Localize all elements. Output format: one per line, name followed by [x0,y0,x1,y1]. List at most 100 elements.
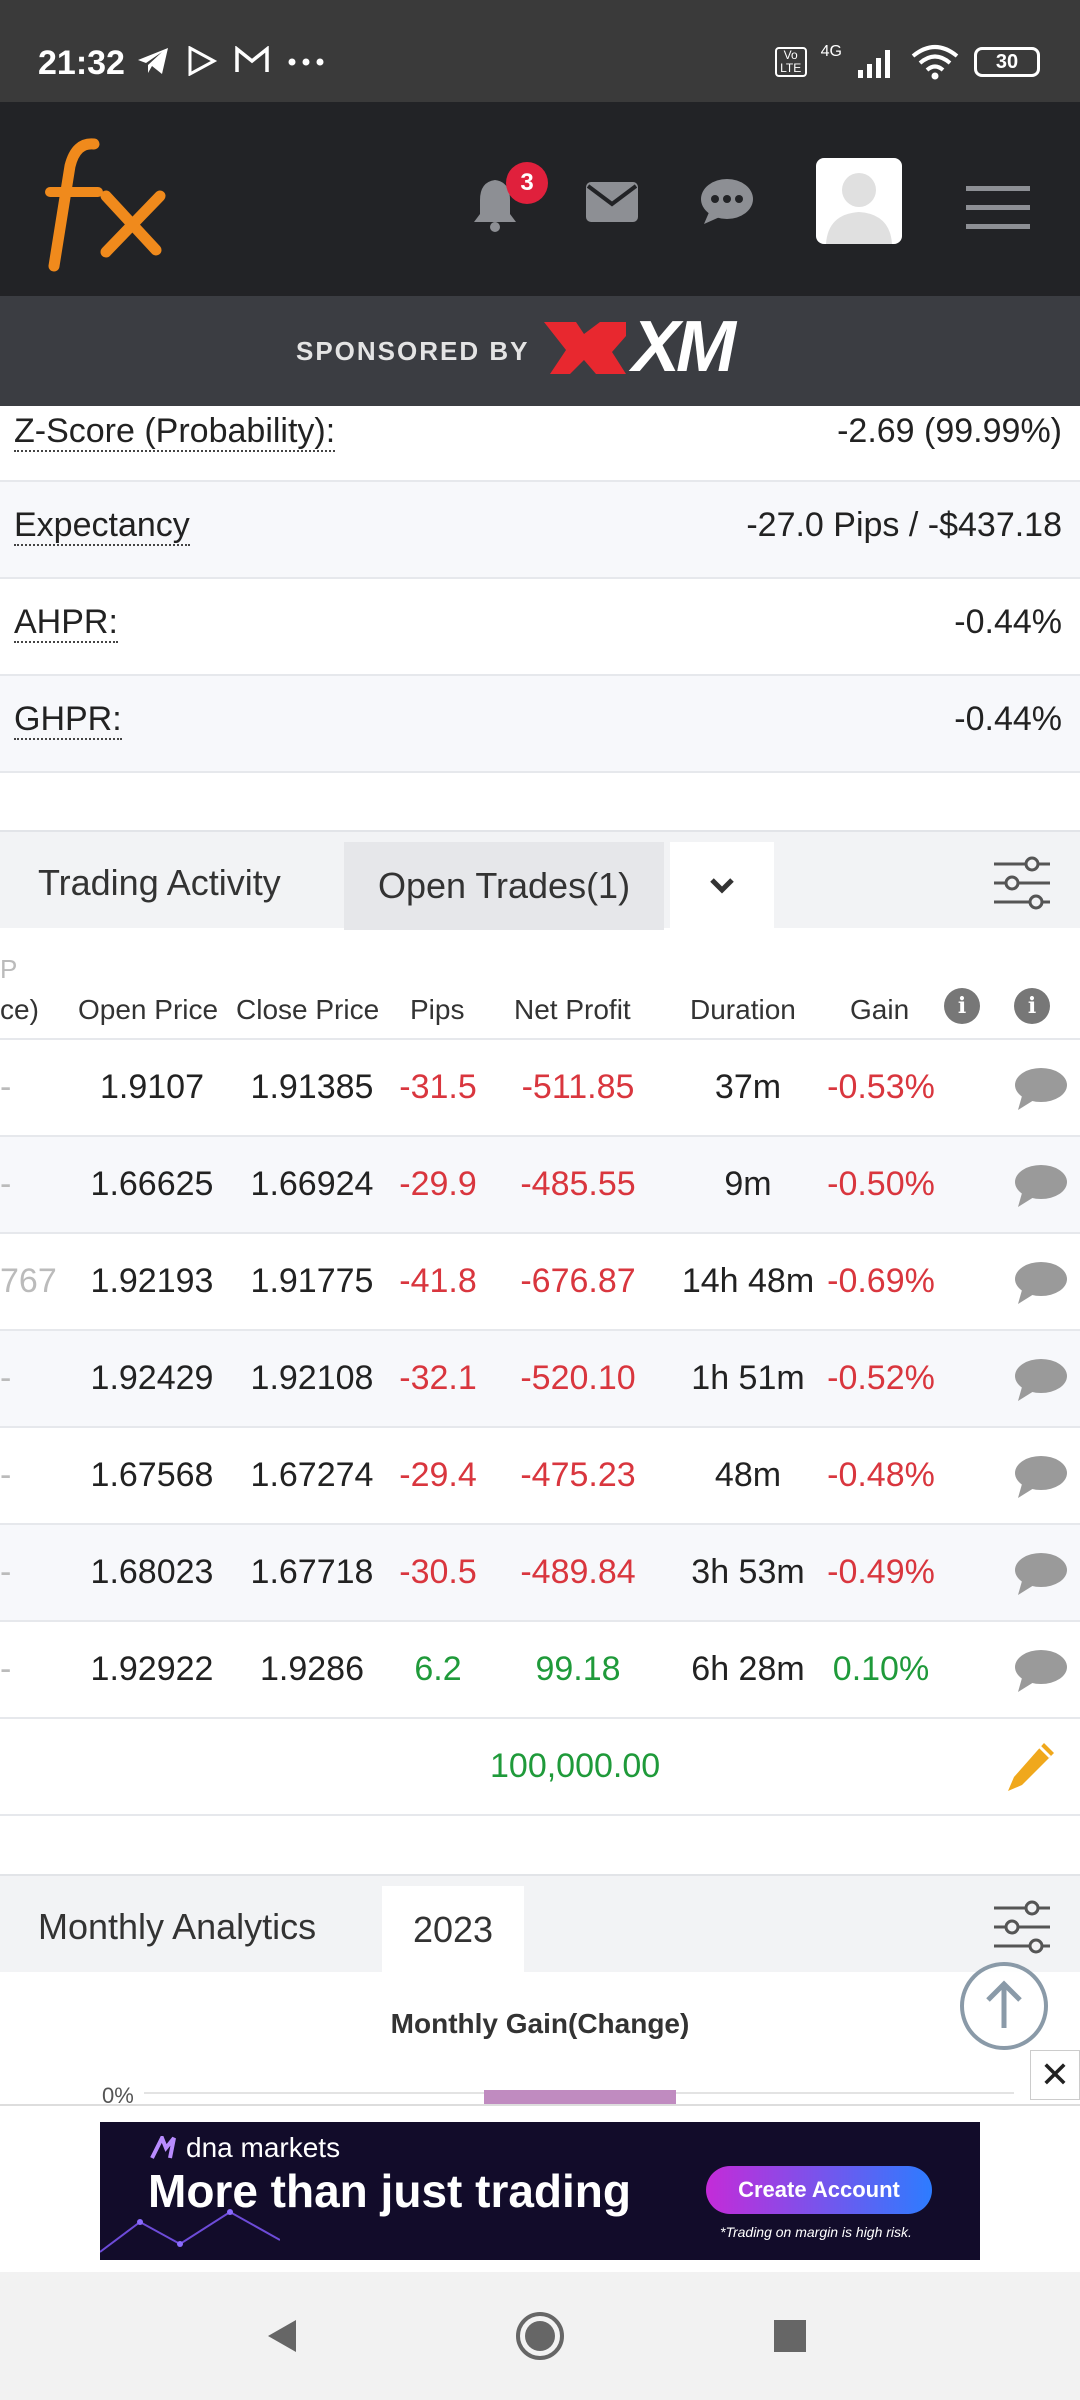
table-row[interactable]: 767 1.92193 1.91775 -41.8 -676.87 14h 48m -0.6… [0,1234,1080,1331]
cell-net-profit: -489.84 [520,1553,636,1591]
cell-close-price: 1.66924 [250,1165,374,1203]
column-header-pips[interactable]: Pips [410,994,464,1026]
stat-label[interactable]: Z-Score (Probability): [14,412,336,452]
cell-close-price: 1.92108 [250,1359,374,1397]
column-header-duration[interactable]: Duration [690,994,796,1026]
truncated-column-header: ce) [0,994,39,1025]
trading-activity-title: Trading Activity [38,862,281,903]
mail-icon[interactable] [586,182,638,222]
cell-open-price: 1.92922 [90,1650,214,1688]
comment-icon[interactable] [1014,1357,1068,1403]
info-icon[interactable]: i [944,988,980,1024]
fx-logo-icon[interactable] [36,126,176,276]
chat-icon[interactable] [700,178,754,226]
cell-open-price: 1.92193 [90,1262,214,1300]
system-nav-bar [0,2272,1080,2400]
cell-close-price: 1.67718 [250,1553,374,1591]
menu-hamburger-icon[interactable] [966,186,1030,230]
cell-truncated: - [0,1165,12,1203]
cell-close-price: 1.91385 [250,1068,374,1106]
column-header-net-profit[interactable]: Net Profit [514,994,631,1026]
sponsor-brand: XM [632,307,736,387]
comment-icon[interactable] [1014,1260,1068,1306]
home-icon[interactable] [514,2310,566,2362]
ad-close-button[interactable]: ✕ [1030,2050,1080,2100]
stat-row-expectancy: Expectancy -27.0 Pips / -$437.18 [0,482,1080,579]
gmail-icon [235,46,269,72]
scroll-to-top-button[interactable] [960,1962,1048,2050]
play-store-icon [188,46,218,76]
comment-icon[interactable] [1014,1454,1068,1500]
cell-pips: -41.8 [399,1262,477,1300]
notifications-badge: 3 [506,162,548,204]
ad-banner[interactable]: dna markets More than just trading Creat… [100,2122,980,2260]
comment-icon[interactable] [1014,1066,1068,1112]
stats-table: Z-Score (Probability): -2.69 (99.99%) Ex… [0,406,1080,773]
cell-close-price: 1.67274 [250,1456,374,1494]
stat-value: -27.0 Pips / -$437.18 [746,506,1062,544]
sponsor-banner[interactable]: SPONSORED BY XM [0,296,1080,406]
cell-truncated: - [0,1359,12,1397]
column-header-open-price[interactable]: Open Price [78,994,218,1026]
cell-gain: -0.53% [827,1068,935,1106]
column-header-close-price[interactable]: Close Price [236,994,379,1026]
app-screen: 21:32 Vo LTE 4G 30 3 SPONSORED BY XM Z-S… [0,0,1080,2400]
chart-title: Monthly Gain(Change) [390,2008,690,2039]
close-icon: ✕ [1039,2054,1071,2095]
info-icon[interactable]: i [1014,988,1050,1024]
tab-dropdown[interactable] [670,842,774,930]
monthly-analytics-bar: Monthly Analytics 2023 [0,1874,1080,1974]
cell-net-profit: -520.10 [520,1359,636,1397]
status-system-icons: Vo LTE 4G 30 [774,43,1040,80]
cell-gain: -0.48% [827,1456,935,1494]
cell-close-price: 1.9286 [260,1650,364,1688]
recents-icon[interactable] [772,2318,808,2354]
cell-gain: -0.69% [827,1262,935,1300]
cell-truncated: - [0,1553,12,1591]
comment-icon[interactable] [1014,1551,1068,1597]
filter-settings-icon[interactable] [992,856,1052,910]
table-row[interactable]: - 1.68023 1.67718 -30.5 -489.84 3h 53m -0.49% [0,1525,1080,1622]
tab-open-trades[interactable]: Open Trades(1) [344,842,664,930]
cell-net-profit: -485.55 [520,1165,636,1203]
ad-create-account-button[interactable]: Create Account [706,2166,932,2214]
table-row[interactable]: - 1.92429 1.92108 -32.1 -520.10 1h 51m -0.52% [0,1331,1080,1428]
battery-level: 30 [995,50,1019,73]
cell-open-price: 1.92429 [90,1359,214,1397]
cell-duration: 37m [714,1068,782,1106]
table-row[interactable]: - 1.9107 1.91385 -31.5 -511.85 37m -0.53% [0,1040,1080,1137]
cell-open-price: 1.68023 [90,1553,214,1591]
back-icon[interactable] [262,2316,302,2356]
total-value: 100,000.00 [490,1747,661,1785]
stat-label[interactable]: Expectancy [14,506,190,546]
tab-year[interactable]: 2023 [382,1886,524,1974]
cell-net-profit: -676.87 [520,1262,636,1300]
edit-pencil-icon[interactable] [1004,1739,1058,1795]
stat-row-ahpr: AHPR: -0.44% [0,579,1080,676]
user-avatar[interactable] [816,158,902,244]
filter-settings-icon[interactable] [992,1900,1052,1954]
table-row[interactable]: - 1.92922 1.9286 6.2 99.18 6h 28m 0.10% [0,1622,1080,1719]
site-header: 3 [0,102,1080,296]
comment-icon[interactable] [1014,1163,1068,1209]
table-footer: 100,000.00 [0,1719,1080,1816]
trading-activity-bar: Trading Activity Open Trades(1) [0,830,1080,930]
stat-label[interactable]: GHPR: [14,700,122,740]
comment-icon[interactable] [1014,1648,1068,1694]
stat-row-zscore: Z-Score (Probability): -2.69 (99.99%) [0,406,1080,482]
cell-duration: 9m [724,1165,772,1203]
ad-disclaimer: *Trading on margin is high risk. [720,2224,912,2240]
cell-duration: 1h 51m [691,1359,805,1397]
table-row[interactable]: - 1.67568 1.67274 -29.4 -475.23 48m -0.48% [0,1428,1080,1525]
cell-truncated: - [0,1456,12,1494]
column-header-gain[interactable]: Gain [850,994,909,1026]
dna-markets-logo-icon [150,2136,176,2159]
cell-gain: -0.52% [827,1359,935,1397]
status-time: 21:32 [38,44,125,82]
stat-label[interactable]: AHPR: [14,603,118,643]
user-silhouette-icon [826,173,892,244]
cell-pips: -29.4 [399,1456,477,1494]
cell-pips: 6.2 [414,1650,462,1688]
table-row[interactable]: - 1.66625 1.66924 -29.9 -485.55 9m -0.50% [0,1137,1080,1234]
cell-pips: -30.5 [399,1553,477,1591]
